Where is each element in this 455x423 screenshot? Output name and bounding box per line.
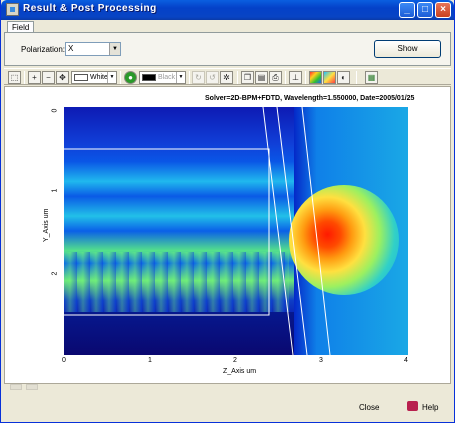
pan-icon[interactable]: ✥	[56, 71, 69, 84]
palette-icon[interactable]	[323, 71, 336, 84]
polarization-label: Polarization:	[21, 45, 66, 54]
x-tick-label: 1	[148, 357, 152, 364]
waveguide-boundary	[64, 148, 270, 316]
background-color-label: White	[90, 74, 108, 81]
layers-icon[interactable]: ◐	[337, 71, 350, 84]
rotate-icon[interactable]: ↺	[206, 71, 219, 84]
dialog-footer: Close Help	[4, 394, 451, 420]
select-icon[interactable]: ⬚	[8, 71, 21, 84]
palette-icon[interactable]	[309, 71, 322, 84]
title-bar[interactable]: Result & Post Processing _ □ ×	[1, 0, 454, 20]
plot-area: Solver=2D-BPM+FDTD, Wavelength=1.550000,…	[4, 86, 451, 384]
toolbar-separator	[356, 71, 357, 84]
field-intensity-map	[64, 107, 408, 355]
toolbar-separator	[120, 71, 121, 84]
chevron-down-icon: ▼	[107, 72, 116, 83]
maximize-button[interactable]: □	[417, 2, 433, 18]
show-button[interactable]: Show	[374, 40, 441, 58]
y-tick-label: 0	[51, 108, 59, 113]
preview-icon[interactable]: ▤	[255, 71, 268, 84]
color-wheel-icon[interactable]: ●	[124, 71, 137, 84]
background-color-select[interactable]: White ▼	[71, 71, 117, 84]
chevron-down-icon: ▼	[109, 43, 120, 55]
y-tick-label: 2	[51, 271, 59, 276]
scroll-strip	[4, 384, 451, 390]
scrollbar-segment[interactable]	[10, 384, 22, 390]
taper-line	[301, 107, 331, 355]
y-axis-label: Y_Axis um	[43, 208, 50, 242]
x-tick-label: 0	[62, 357, 66, 364]
taper-line	[262, 107, 294, 355]
toolbar-separator	[285, 71, 286, 84]
copy-icon[interactable]: ❐	[241, 71, 254, 84]
axis-icon[interactable]: ⊥	[289, 71, 302, 84]
tab-strip: Field	[4, 20, 451, 33]
result-window: Result & Post Processing _ □ × Field Pol…	[0, 0, 455, 423]
minimize-button[interactable]: _	[399, 2, 415, 18]
plot-toolbar: ⬚ + − ✥ White ▼ ● Black ▼ ↻ ↺ ✲ ❐ ▤ ⎙ ⊥ …	[4, 68, 451, 85]
scrollbar-segment[interactable]	[26, 384, 38, 390]
print-icon[interactable]: ⎙	[269, 71, 282, 84]
zoom-out-icon[interactable]: −	[42, 71, 55, 84]
toolbar-separator	[24, 71, 25, 84]
line-color-label: Black	[158, 74, 176, 81]
white-swatch	[74, 74, 88, 81]
gear-icon[interactable]: ✲	[220, 71, 233, 84]
help-button[interactable]: Help	[422, 403, 438, 412]
x-tick-label: 4	[404, 357, 408, 364]
x-axis-label: Z_Axis um	[223, 368, 257, 375]
grid-icon[interactable]: ▦	[365, 71, 378, 84]
waveguide-outline	[64, 107, 331, 355]
plot-caption: Solver=2D-BPM+FDTD, Wavelength=1.550000,…	[205, 95, 415, 102]
app-icon	[6, 3, 19, 16]
zoom-in-icon[interactable]: +	[28, 71, 41, 84]
x-tick-label: 3	[319, 357, 323, 364]
help-book-icon[interactable]	[407, 401, 418, 411]
line-color-select[interactable]: Black ▼	[139, 71, 186, 84]
polarization-select[interactable]: X ▼	[65, 42, 121, 56]
field-options-panel: Polarization: X ▼ Show	[4, 32, 451, 66]
window-title: Result & Post Processing	[23, 3, 157, 14]
taper-line	[276, 107, 308, 355]
rotate-icon[interactable]: ↻	[192, 71, 205, 84]
close-button[interactable]: Close	[359, 403, 379, 412]
toolbar-separator	[305, 71, 306, 84]
black-swatch	[142, 74, 156, 81]
close-window-button[interactable]: ×	[435, 2, 451, 18]
x-tick-label: 2	[233, 357, 237, 364]
polarization-value: X	[68, 44, 74, 53]
toolbar-separator	[189, 71, 190, 84]
chevron-down-icon: ▼	[176, 72, 185, 83]
y-tick-label: 1	[51, 188, 59, 193]
toolbar-separator	[237, 71, 238, 84]
